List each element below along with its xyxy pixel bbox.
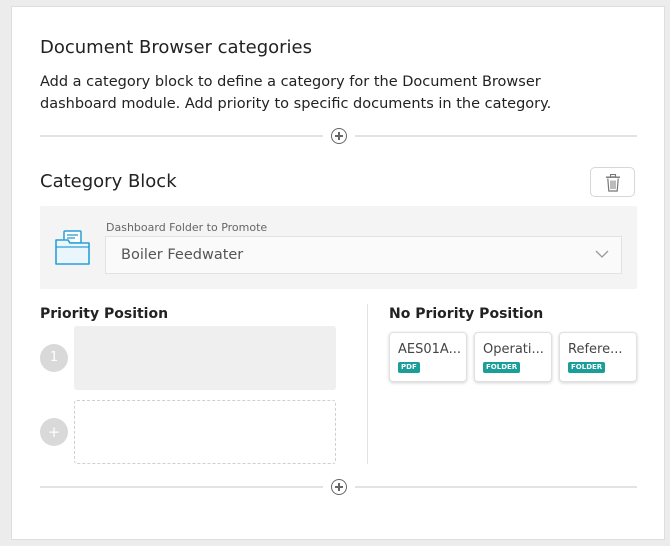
add-block-divider-bottom <box>40 478 637 496</box>
priority-drop-zone[interactable] <box>74 400 336 464</box>
no-priority-position-title: No Priority Position <box>389 306 544 322</box>
column-separator <box>367 304 368 464</box>
divider-line <box>355 135 637 137</box>
folder-field-label: Dashboard Folder to Promote <box>106 221 268 234</box>
document-card[interactable]: Operati... FOLDER <box>474 332 552 382</box>
folder-dropdown-value: Boiler Feedwater <box>121 247 244 263</box>
folder-documents-icon <box>55 230 90 265</box>
folder-dropdown[interactable]: Boiler Feedwater <box>105 236 622 274</box>
document-card-name: Refere... <box>568 342 623 357</box>
document-card-name: AES01A... <box>398 342 461 357</box>
document-type-badge: FOLDER <box>483 362 521 373</box>
add-priority-icon[interactable]: + <box>40 418 68 446</box>
divider-line <box>40 486 323 488</box>
page-title: Document Browser categories <box>40 37 312 58</box>
delete-block-button[interactable] <box>590 167 635 197</box>
add-block-divider-top <box>40 127 637 145</box>
trash-icon <box>606 174 620 192</box>
plus-circle-icon[interactable] <box>331 128 347 144</box>
chevron-down-icon <box>595 250 609 258</box>
category-block-title: Category Block <box>40 171 177 192</box>
divider-line <box>40 135 323 137</box>
page-description: Add a category block to define a categor… <box>40 74 552 112</box>
priority-position-title: Priority Position <box>40 306 169 322</box>
plus-circle-icon[interactable] <box>331 479 347 495</box>
folder-selector-area: Dashboard Folder to Promote Boiler Feedw… <box>40 206 637 289</box>
document-card[interactable]: AES01A... PDF <box>389 332 467 382</box>
document-card[interactable]: Refere... FOLDER <box>559 332 637 382</box>
document-type-badge: PDF <box>398 362 420 373</box>
categories-panel: Document Browser categories Add a catego… <box>11 6 665 540</box>
priority-number-badge: 1 <box>40 344 68 372</box>
document-card-name: Operati... <box>483 342 544 357</box>
document-type-badge: FOLDER <box>568 362 606 373</box>
divider-line <box>355 486 637 488</box>
priority-slot[interactable] <box>74 326 336 390</box>
